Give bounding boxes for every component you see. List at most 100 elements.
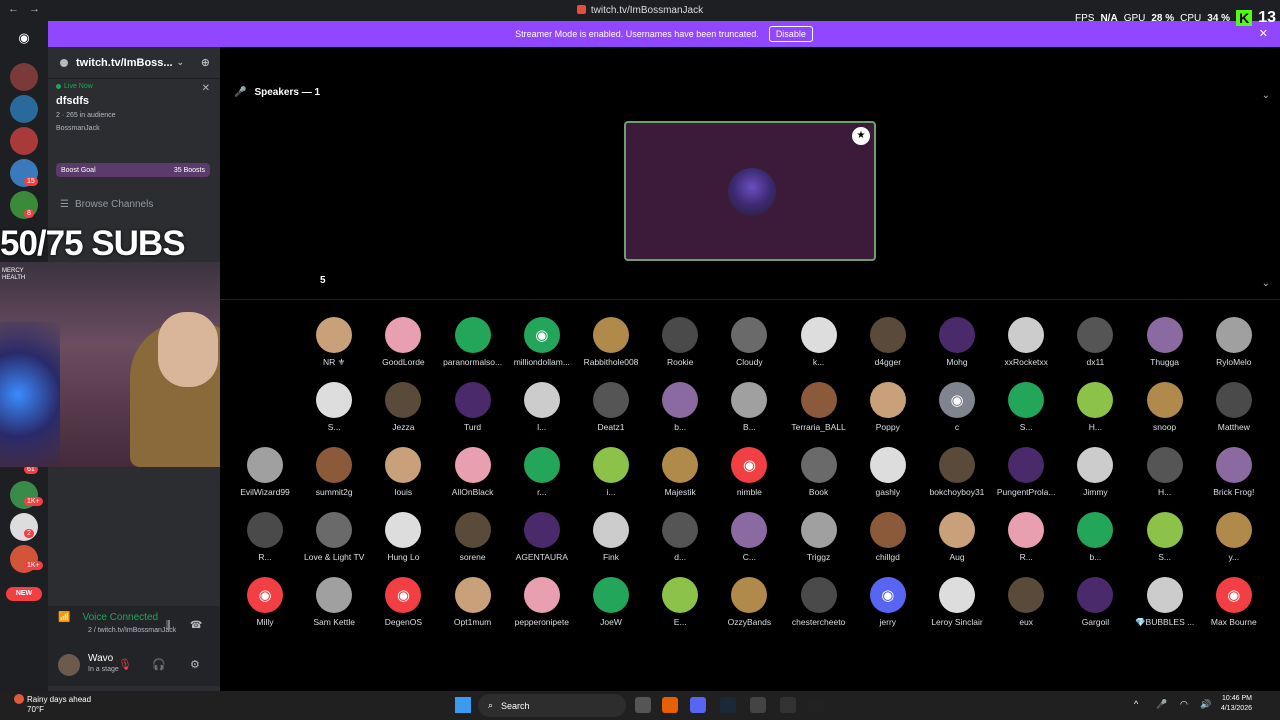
server-icon[interactable]: [10, 63, 38, 91]
audience-member[interactable]: Turd: [440, 382, 506, 432]
audience-member[interactable]: Rabbithole008: [578, 317, 644, 367]
audience-member[interactable]: ◉ Max Bourne: [1201, 577, 1267, 627]
audience-member[interactable]: d...: [647, 512, 713, 562]
audience-member[interactable]: Brick Frog!: [1201, 447, 1267, 497]
search-input[interactable]: ⌕ Search: [478, 694, 626, 717]
audience-member[interactable]: B...: [716, 382, 782, 432]
audience-member[interactable]: paranormalso...: [440, 317, 506, 367]
audience-member[interactable]: louis: [370, 447, 436, 497]
audience-member[interactable]: y...: [1201, 512, 1267, 562]
audience-member[interactable]: Poppy: [855, 382, 921, 432]
audience-member[interactable]: Book: [786, 447, 852, 497]
wifi-icon[interactable]: ◠: [1180, 699, 1188, 710]
audience-member[interactable]: Jimmy: [1062, 447, 1128, 497]
audience-member[interactable]: Leroy Sinclair: [924, 577, 990, 627]
boost-goal[interactable]: Boost Goal 35 Boosts: [56, 163, 210, 177]
audience-header[interactable]: 5: [320, 275, 326, 286]
audience-member[interactable]: summit2g: [301, 447, 367, 497]
audience-member[interactable]: H...: [1062, 382, 1128, 432]
audience-member[interactable]: R...: [232, 512, 298, 562]
audience-member[interactable]: ◉ milliondollam...: [509, 317, 575, 367]
audience-member[interactable]: Thugga: [1132, 317, 1198, 367]
audience-member[interactable]: eux: [993, 577, 1059, 627]
audience-member[interactable]: PungentProla...: [993, 447, 1059, 497]
mute-icon[interactable]: 🎙: [118, 658, 132, 671]
windows-start-icon[interactable]: [455, 697, 471, 713]
audience-member[interactable]: d4gger: [855, 317, 921, 367]
audience-member[interactable]: Fink: [578, 512, 644, 562]
audience-member[interactable]: Opt1mum: [440, 577, 506, 627]
audience-member[interactable]: GoodLorde: [370, 317, 436, 367]
audience-member[interactable]: AllOnBlack: [440, 447, 506, 497]
audience-member[interactable]: H...: [1132, 447, 1198, 497]
audience-member[interactable]: E...: [647, 577, 713, 627]
new-badge[interactable]: NEW: [6, 587, 42, 601]
audience-member[interactable]: AGENTAURA: [509, 512, 575, 562]
audience-member[interactable]: S...: [301, 382, 367, 432]
audience-member[interactable]: chillgd: [855, 512, 921, 562]
server-header[interactable]: twitch.tv/ImBoss... ⌄ ⊕: [48, 47, 220, 79]
audience-member[interactable]: NR ⚜: [301, 317, 367, 368]
chevron-up-icon[interactable]: ^: [1134, 699, 1138, 709]
epic-icon[interactable]: [780, 697, 796, 713]
gear-icon[interactable]: ⚙: [190, 658, 200, 671]
audience-member[interactable]: Triggz: [786, 512, 852, 562]
audience-member[interactable]: Aug: [924, 512, 990, 562]
audience-member[interactable]: Rookie: [647, 317, 713, 367]
avatar[interactable]: [58, 654, 80, 676]
audience-member[interactable]: pepperonipete: [509, 577, 575, 627]
microphone-icon[interactable]: 🎤: [1156, 699, 1167, 710]
audience-member[interactable]: Deatz1: [578, 382, 644, 432]
audience-member[interactable]: r...: [509, 447, 575, 497]
discord-home-icon[interactable]: ◉: [9, 27, 39, 49]
audience-member[interactable]: OzzyBands: [716, 577, 782, 627]
audience-member[interactable]: S...: [1132, 512, 1198, 562]
invite-icon[interactable]: ⊕: [201, 56, 210, 69]
audience-member[interactable]: Terraria_BALL: [786, 382, 852, 432]
clock[interactable]: 10:46 PM 4/13/2026: [1221, 694, 1252, 714]
audience-member[interactable]: ◉ nimble: [716, 447, 782, 497]
disable-button[interactable]: Disable: [768, 26, 813, 42]
audience-member[interactable]: b...: [1062, 512, 1128, 562]
chevron-down-icon[interactable]: ⌄: [176, 57, 184, 68]
audience-member[interactable]: S...: [993, 382, 1059, 432]
audience-member[interactable]: bokchoyboy31: [924, 447, 990, 497]
audience-member[interactable]: 💎BUBBLES ...: [1132, 577, 1198, 628]
audience-member[interactable]: ◉ c: [924, 382, 990, 432]
audience-member[interactable]: l...: [509, 382, 575, 432]
app-icon[interactable]: [808, 697, 824, 713]
browse-channels[interactable]: ☰ Browse Channels: [60, 199, 153, 210]
close-icon[interactable]: ✕: [202, 83, 210, 94]
audience-member[interactable]: snoop: [1132, 382, 1198, 432]
discord-icon[interactable]: [690, 697, 706, 713]
audience-member[interactable]: chestercheeto: [786, 577, 852, 627]
audience-member[interactable]: Majestik: [647, 447, 713, 497]
chevron-down-icon[interactable]: ⌄: [1262, 278, 1270, 289]
audience-member[interactable]: xxRocketxx: [993, 317, 1059, 367]
live-stage-card[interactable]: Live Now ✕ dfsdfs 2 · 265 in audience Bo…: [56, 83, 212, 151]
disconnect-icon[interactable]: ☎: [190, 620, 202, 631]
audience-member[interactable]: Hung Lo: [370, 512, 436, 562]
audience-member[interactable]: EvilWizard99: [232, 447, 298, 497]
audience-member[interactable]: JoeW: [578, 577, 644, 627]
audience-member[interactable]: ◉ DegenOS: [370, 577, 436, 627]
audience-member[interactable]: ◉ Milly: [232, 577, 298, 627]
audience-member[interactable]: Love & Light TV: [301, 512, 367, 562]
audience-member[interactable]: C...: [716, 512, 782, 562]
firefox-icon[interactable]: [662, 697, 678, 713]
audience-member[interactable]: Cloudy: [716, 317, 782, 367]
audience-member[interactable]: b...: [647, 382, 713, 432]
weather-widget[interactable]: Rainy days ahead 70°F: [14, 694, 91, 715]
obs-icon[interactable]: [750, 697, 766, 713]
task-view-icon[interactable]: [635, 697, 651, 713]
audience-member[interactable]: i...: [578, 447, 644, 497]
speakers-header[interactable]: 🎤 Speakers — 1: [234, 87, 320, 98]
audience-member[interactable]: dx11: [1062, 317, 1128, 367]
steam-icon[interactable]: [720, 697, 736, 713]
audience-member[interactable]: Jezza: [370, 382, 436, 432]
audience-member[interactable]: Matthew: [1201, 382, 1267, 432]
audience-member[interactable]: gashly: [855, 447, 921, 497]
audience-member[interactable]: ◉ jerry: [855, 577, 921, 627]
audience-member[interactable]: Sam Kettle: [301, 577, 367, 627]
headphones-icon[interactable]: 🎧: [152, 658, 166, 671]
